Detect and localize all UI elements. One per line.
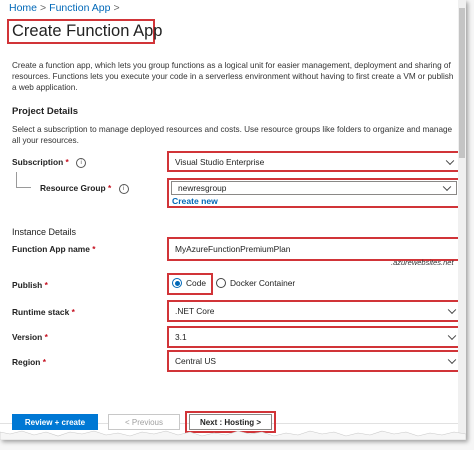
version-select[interactable]: 3.1: [167, 326, 463, 348]
version-label-text: Version: [12, 332, 43, 342]
chevron-down-icon: [445, 156, 455, 165]
info-icon[interactable]: i: [76, 157, 87, 168]
breadcrumb: Home > Function App >: [9, 0, 123, 16]
intro-text: Create a function app, which lets you gr…: [12, 60, 458, 93]
required-marker: *: [44, 332, 48, 342]
required-marker: *: [44, 280, 48, 290]
project-line: Select a subscription to manage deployed…: [12, 125, 453, 134]
chevron-right-icon: >: [40, 2, 47, 14]
resource-group-value: newresgroup: [178, 183, 227, 193]
subscription-value: Visual Studio Enterprise: [175, 156, 265, 167]
region-label-text: Region: [12, 357, 41, 367]
runtime-stack-value: .NET Core: [175, 306, 215, 316]
instance-details-heading: Instance Details: [12, 227, 77, 237]
chevron-down-icon: [442, 182, 452, 192]
create-function-app-page: Home > Function App > Create Function Ap…: [0, 0, 466, 440]
torn-edge: [0, 430, 466, 440]
publish-option-docker[interactable]: Docker Container: [216, 278, 295, 288]
project-line: all your resources.: [12, 136, 79, 145]
subscription-select[interactable]: Visual Studio Enterprise: [167, 151, 461, 172]
chevron-right-icon: >: [113, 2, 120, 14]
function-app-name-value: MyAzureFunctionPremiumPlan: [175, 244, 291, 254]
resource-group-label: Resource Group * i: [40, 183, 129, 194]
subscription-label: Subscription * i: [12, 157, 87, 168]
region-value: Central US: [175, 356, 216, 366]
resource-group-select[interactable]: newresgroup: [171, 181, 457, 195]
breadcrumb-home-link[interactable]: Home: [9, 2, 37, 14]
resource-group-label-text: Resource Group: [40, 183, 106, 193]
scrollbar-thumb[interactable]: [459, 8, 465, 158]
version-label: Version *: [12, 332, 48, 342]
publish-label-text: Publish: [12, 280, 43, 290]
publish-option-code[interactable]: Code: [172, 278, 206, 288]
required-marker: *: [65, 157, 69, 167]
subscription-label-text: Subscription: [12, 157, 64, 167]
radio-unselected[interactable]: [216, 278, 226, 288]
region-label: Region *: [12, 357, 46, 367]
project-details-description: Select a subscription to manage deployed…: [12, 124, 462, 146]
publish-docker-label: Docker Container: [230, 278, 296, 288]
required-marker: *: [71, 307, 75, 317]
intro-line: Create a function app, which lets you gr…: [12, 61, 451, 70]
region-select[interactable]: Central US: [167, 350, 463, 372]
page-title: Create Function App: [12, 22, 163, 40]
tree-connector: [16, 172, 31, 188]
chevron-down-icon: [447, 355, 457, 365]
required-marker: *: [92, 244, 96, 254]
create-new-link[interactable]: Create new: [172, 196, 218, 206]
version-value: 3.1: [175, 332, 187, 342]
runtime-stack-select[interactable]: .NET Core: [167, 300, 463, 322]
radio-selected[interactable]: [172, 278, 182, 288]
function-app-name-label-text: Function App name: [12, 244, 90, 254]
intro-line: a web application.: [12, 83, 78, 92]
breadcrumb-function-app-link[interactable]: Function App: [49, 2, 110, 14]
runtime-stack-label: Runtime stack *: [12, 307, 75, 317]
publish-code-label: Code: [186, 278, 207, 288]
runtime-stack-label-text: Runtime stack: [12, 307, 70, 317]
required-marker: *: [107, 183, 112, 193]
chevron-down-icon: [447, 305, 457, 315]
info-icon[interactable]: i: [118, 183, 129, 194]
required-marker: *: [42, 357, 46, 367]
intro-line: resources. Functions lets you execute yo…: [12, 72, 454, 81]
function-app-name-label: Function App name *: [12, 244, 95, 254]
chevron-down-icon: [447, 331, 457, 341]
project-details-heading: Project Details: [12, 106, 78, 117]
publish-label: Publish *: [12, 280, 48, 290]
domain-suffix: .azurewebsites.net: [391, 258, 454, 267]
